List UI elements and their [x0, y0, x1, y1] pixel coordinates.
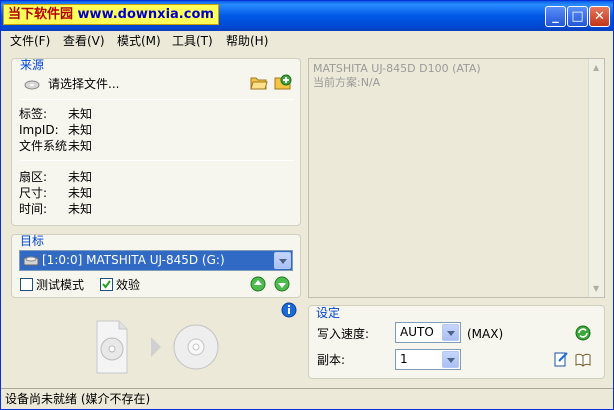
time-value: 未知	[68, 202, 93, 216]
maximize-button[interactable]: □	[567, 6, 588, 27]
brand-cn: 当下软件园	[8, 7, 74, 22]
target-panel: 目标 [1:0:0] MATSHITA UJ-845D (G:) 测试模式 效验	[11, 234, 301, 298]
tag-value: 未知	[68, 107, 93, 121]
log-icon[interactable]	[553, 351, 569, 367]
copies-label: 副本:	[317, 353, 346, 367]
info-icon[interactable]	[281, 302, 297, 318]
impid-label: ImpID:	[19, 123, 59, 137]
target-title: 目标	[20, 234, 45, 248]
menu-view[interactable]: 查看(V)	[63, 33, 105, 49]
menu-file[interactable]: 文件(F)	[10, 33, 50, 49]
scroll-down-icon[interactable]: ▼	[593, 284, 599, 293]
source-panel: 来源 请选择文件... 标签: 未知 ImpID: 未知 文件系统 未知 扇区:…	[11, 58, 301, 226]
source-title: 来源	[20, 58, 45, 72]
minimize-button[interactable]: _	[545, 6, 566, 27]
settings-title: 设定	[316, 306, 341, 320]
watermark-banner: 当下软件园 www.downxia.com	[3, 4, 219, 25]
device-info-line1: MATSHITA UJ-845D D100 (ATA)	[313, 62, 481, 75]
eject-up-icon[interactable]	[250, 276, 266, 292]
speed-label: 写入速度:	[317, 327, 370, 341]
test-mode-label[interactable]: 测试模式	[36, 278, 84, 292]
drive-icon	[23, 253, 39, 269]
disc-image-icon	[24, 75, 40, 91]
close-icon: ✕	[594, 9, 605, 24]
maximize-icon: □	[571, 9, 584, 24]
checkmark-icon	[102, 280, 111, 289]
time-label: 时间:	[19, 202, 48, 216]
tag-label: 标签:	[19, 107, 48, 121]
chevron-down-icon[interactable]	[442, 351, 459, 368]
speed-select[interactable]: AUTO	[395, 322, 461, 343]
load-down-icon[interactable]	[274, 276, 290, 292]
add-file-icon[interactable]	[274, 74, 292, 90]
copies-select[interactable]: 1	[395, 349, 461, 370]
menu-tools[interactable]: 工具(T)	[172, 33, 213, 49]
test-mode-checkbox[interactable]	[20, 278, 33, 291]
close-button[interactable]: ✕	[589, 6, 610, 27]
menu-bar: 文件(F) 查看(V) 模式(M) 工具(T) 帮助(H)	[1, 31, 613, 51]
burn-illustration-icon	[96, 320, 219, 374]
fs-label: 文件系统	[19, 139, 68, 153]
target-drive-select[interactable]: [1:0:0] MATSHITA UJ-845D (G:)	[19, 250, 293, 271]
impid-value: 未知	[68, 123, 93, 137]
status-text: 设备尚未就绪 (媒介不存在)	[5, 392, 151, 406]
source-divider-2	[20, 160, 294, 161]
chevron-down-icon[interactable]	[442, 324, 459, 341]
chevron-down-icon[interactable]	[274, 252, 291, 269]
sector-value: 未知	[68, 170, 93, 184]
device-info-line2: 当前方案:N/A	[313, 76, 381, 89]
device-info-panel: ▲ ▼ MATSHITA UJ-845D D100 (ATA) 当前方案:N/A	[308, 58, 605, 298]
brand-url: www.downxia.com	[77, 7, 214, 22]
menu-mode[interactable]: 模式(M)	[117, 33, 161, 49]
status-bar: 设备尚未就绪 (媒介不存在)	[1, 388, 613, 409]
copies-value: 1	[400, 352, 408, 366]
target-drive-value: [1:0:0] MATSHITA UJ-845D (G:)	[42, 253, 225, 267]
scroll-up-icon[interactable]: ▲	[593, 63, 599, 72]
speed-value: AUTO	[400, 325, 434, 339]
minimize-icon: _	[552, 9, 559, 24]
fs-value: 未知	[68, 139, 93, 153]
write-image-button[interactable]	[95, 319, 225, 375]
title-bar[interactable]: 当下软件园 www.downxia.com _ □ ✕	[1, 1, 613, 31]
size-value: 未知	[68, 186, 93, 200]
settings-panel: 设定 写入速度: AUTO (MAX) 副本: 1	[308, 305, 605, 379]
source-divider-1	[20, 99, 294, 100]
select-file-link[interactable]: 请选择文件...	[48, 77, 119, 91]
book-icon[interactable]	[575, 351, 591, 367]
size-label: 尺寸:	[19, 186, 48, 200]
info-scrollbar[interactable]: ▲ ▼	[588, 59, 604, 297]
open-folder-icon[interactable]	[250, 74, 268, 90]
verify-label[interactable]: 效验	[116, 278, 140, 292]
menu-help[interactable]: 帮助(H)	[226, 33, 268, 49]
verify-checkbox[interactable]	[100, 278, 113, 291]
refresh-speed-icon[interactable]	[575, 325, 591, 341]
speed-max: (MAX)	[467, 327, 504, 341]
sector-label: 扇区:	[19, 170, 48, 184]
main-window: 当下软件园 www.downxia.com _ □ ✕ 文件(F) 查看(V) …	[0, 0, 614, 410]
